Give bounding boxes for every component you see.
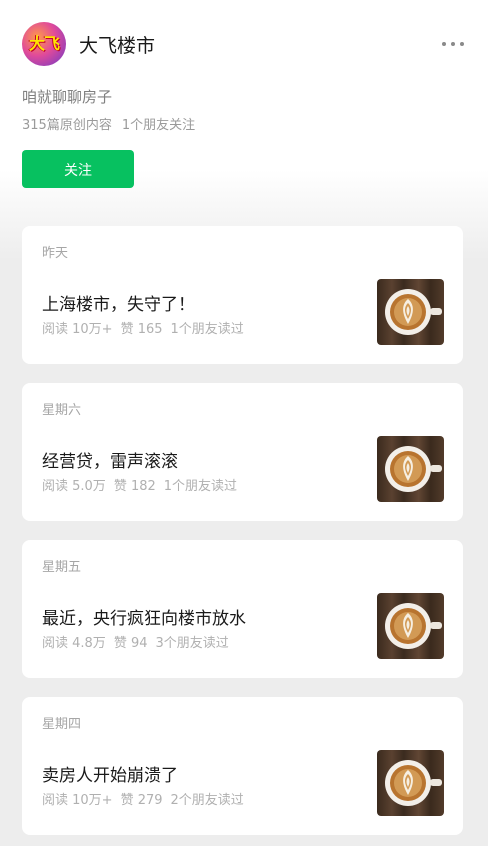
read-count: 阅读 4.8万 xyxy=(42,636,106,651)
article-thumbnail[interactable] xyxy=(377,279,444,345)
follow-button[interactable]: 关注 xyxy=(22,150,134,188)
article-title[interactable]: 卖房人开始崩溃了 xyxy=(42,761,178,786)
article-thumbnail[interactable] xyxy=(377,436,444,502)
article-title[interactable]: 经营贷，雷声滚滚 xyxy=(42,447,178,472)
latte-art-icon xyxy=(385,760,442,806)
account-name: 大飞楼市 xyxy=(79,35,156,57)
article-card[interactable]: 星期四 卖房人开始崩溃了 阅读 10万+ 赞 279 2个朋友读过 xyxy=(22,697,463,835)
account-stats: 315篇原创内容 1个朋友关注 xyxy=(22,114,195,133)
article-meta: 阅读 4.8万赞 94 3个朋友读过 xyxy=(42,632,229,651)
read-count: 阅读 10万+ xyxy=(42,793,113,808)
more-dots-icon[interactable] xyxy=(442,36,464,52)
like-count: 赞 94 xyxy=(113,636,148,651)
like-count: 赞 165 xyxy=(120,322,163,337)
read-count: 阅读 5.0万 xyxy=(42,479,106,494)
article-card[interactable]: 星期五 最近，央行疯狂向楼市放水 阅读 4.8万赞 94 3个朋友读过 xyxy=(22,540,463,678)
read-count: 阅读 10万+ xyxy=(42,322,113,337)
account-header: 大飞 大飞楼市 xyxy=(22,22,466,68)
friend-follow-count: 1个朋友关注 xyxy=(121,118,196,133)
latte-art-icon xyxy=(385,603,442,649)
friends-read: 2个朋友读过 xyxy=(170,793,244,808)
article-date: 星期四 xyxy=(42,717,82,732)
article-meta: 阅读 5.0万赞 182 1个朋友读过 xyxy=(42,475,237,494)
friends-read: 3个朋友读过 xyxy=(155,636,229,651)
account-description: 咱就聊聊房子 xyxy=(22,88,113,106)
like-count: 赞 182 xyxy=(113,479,156,494)
avatar[interactable]: 大飞 xyxy=(22,22,66,66)
friends-read: 1个朋友读过 xyxy=(163,479,238,494)
friends-read: 1个朋友读过 xyxy=(170,322,244,337)
article-meta: 阅读 10万+ 赞 279 2个朋友读过 xyxy=(42,789,244,808)
article-count: 315篇原创内容 xyxy=(22,118,112,133)
avatar-logo-text: 大飞 xyxy=(28,34,60,53)
article-card[interactable]: 昨天 上海楼市，失守了！ 阅读 10万+ 赞 165 1个朋友读过 xyxy=(22,226,463,364)
article-date: 星期六 xyxy=(42,403,82,418)
article-date: 昨天 xyxy=(42,246,69,261)
article-title[interactable]: 上海楼市，失守了！ xyxy=(42,290,195,315)
article-card[interactable]: 星期六 经营贷，雷声滚滚 阅读 5.0万赞 182 1个朋友读过 xyxy=(22,383,463,521)
article-meta: 阅读 10万+ 赞 165 1个朋友读过 xyxy=(42,318,244,337)
latte-art-icon xyxy=(385,446,442,492)
article-title[interactable]: 最近，央行疯狂向楼市放水 xyxy=(42,604,246,629)
like-count: 赞 279 xyxy=(120,793,163,808)
article-date: 星期五 xyxy=(42,560,82,575)
latte-art-icon xyxy=(385,289,442,335)
article-thumbnail[interactable] xyxy=(377,593,444,659)
article-thumbnail[interactable] xyxy=(377,750,444,816)
